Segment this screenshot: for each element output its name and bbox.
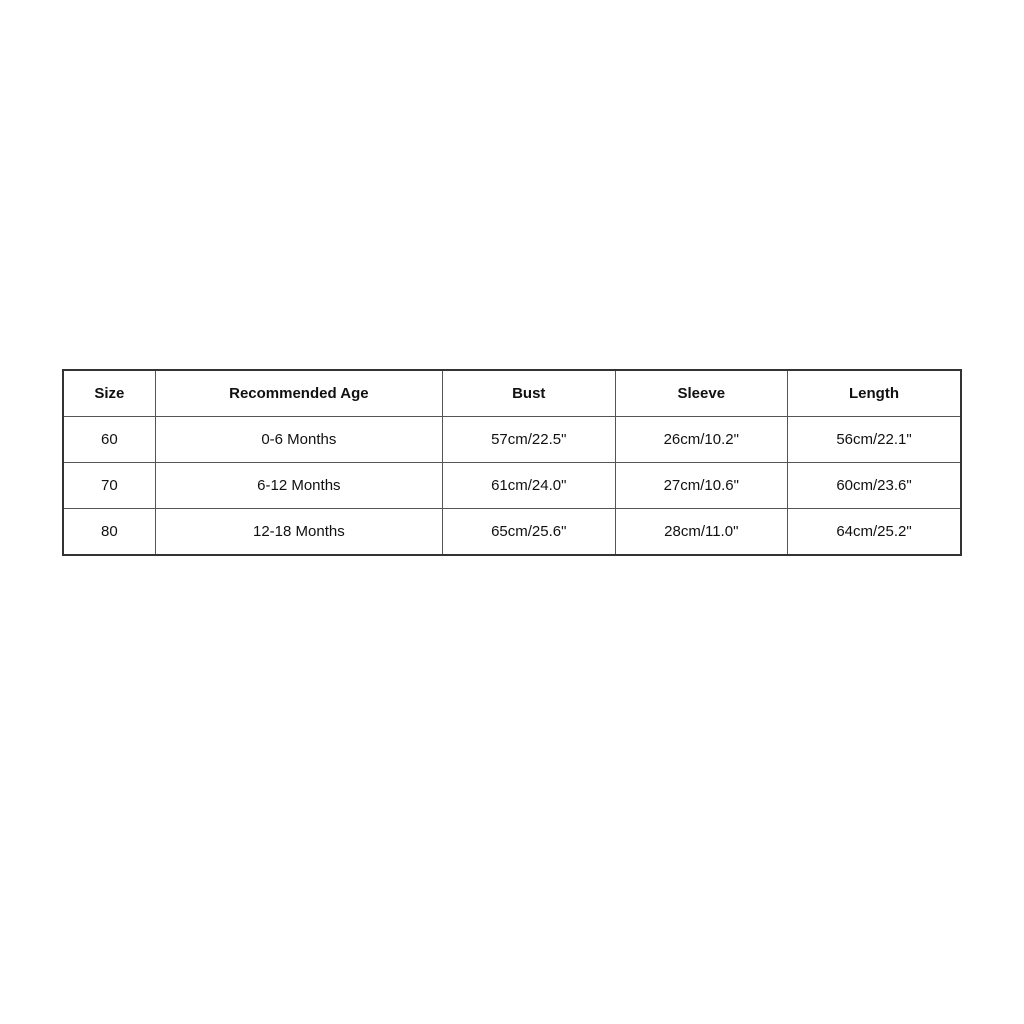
cell-length: 56cm/22.1": [788, 416, 961, 462]
header-length: Length: [788, 370, 961, 417]
cell-bust: 61cm/24.0": [443, 462, 616, 508]
cell-bust: 65cm/25.6": [443, 508, 616, 555]
header-recommended-age: Recommended Age: [155, 370, 442, 417]
cell-sleeve: 27cm/10.6": [615, 462, 788, 508]
cell-age: 0-6 Months: [155, 416, 442, 462]
cell-size: 60: [63, 416, 155, 462]
cell-sleeve: 26cm/10.2": [615, 416, 788, 462]
cell-length: 64cm/25.2": [788, 508, 961, 555]
cell-age: 12-18 Months: [155, 508, 442, 555]
size-chart-table: Size Recommended Age Bust Sleeve Length …: [62, 369, 962, 556]
header-size: Size: [63, 370, 155, 417]
cell-size: 70: [63, 462, 155, 508]
table-header-row: Size Recommended Age Bust Sleeve Length: [63, 370, 961, 417]
header-bust: Bust: [443, 370, 616, 417]
header-sleeve: Sleeve: [615, 370, 788, 417]
cell-size: 80: [63, 508, 155, 555]
table-row: 8012-18 Months65cm/25.6"28cm/11.0"64cm/2…: [63, 508, 961, 555]
table-row: 706-12 Months61cm/24.0"27cm/10.6"60cm/23…: [63, 462, 961, 508]
cell-bust: 57cm/22.5": [443, 416, 616, 462]
cell-age: 6-12 Months: [155, 462, 442, 508]
cell-sleeve: 28cm/11.0": [615, 508, 788, 555]
size-chart-wrapper: Size Recommended Age Bust Sleeve Length …: [62, 369, 962, 556]
table-row: 600-6 Months57cm/22.5"26cm/10.2"56cm/22.…: [63, 416, 961, 462]
cell-length: 60cm/23.6": [788, 462, 961, 508]
